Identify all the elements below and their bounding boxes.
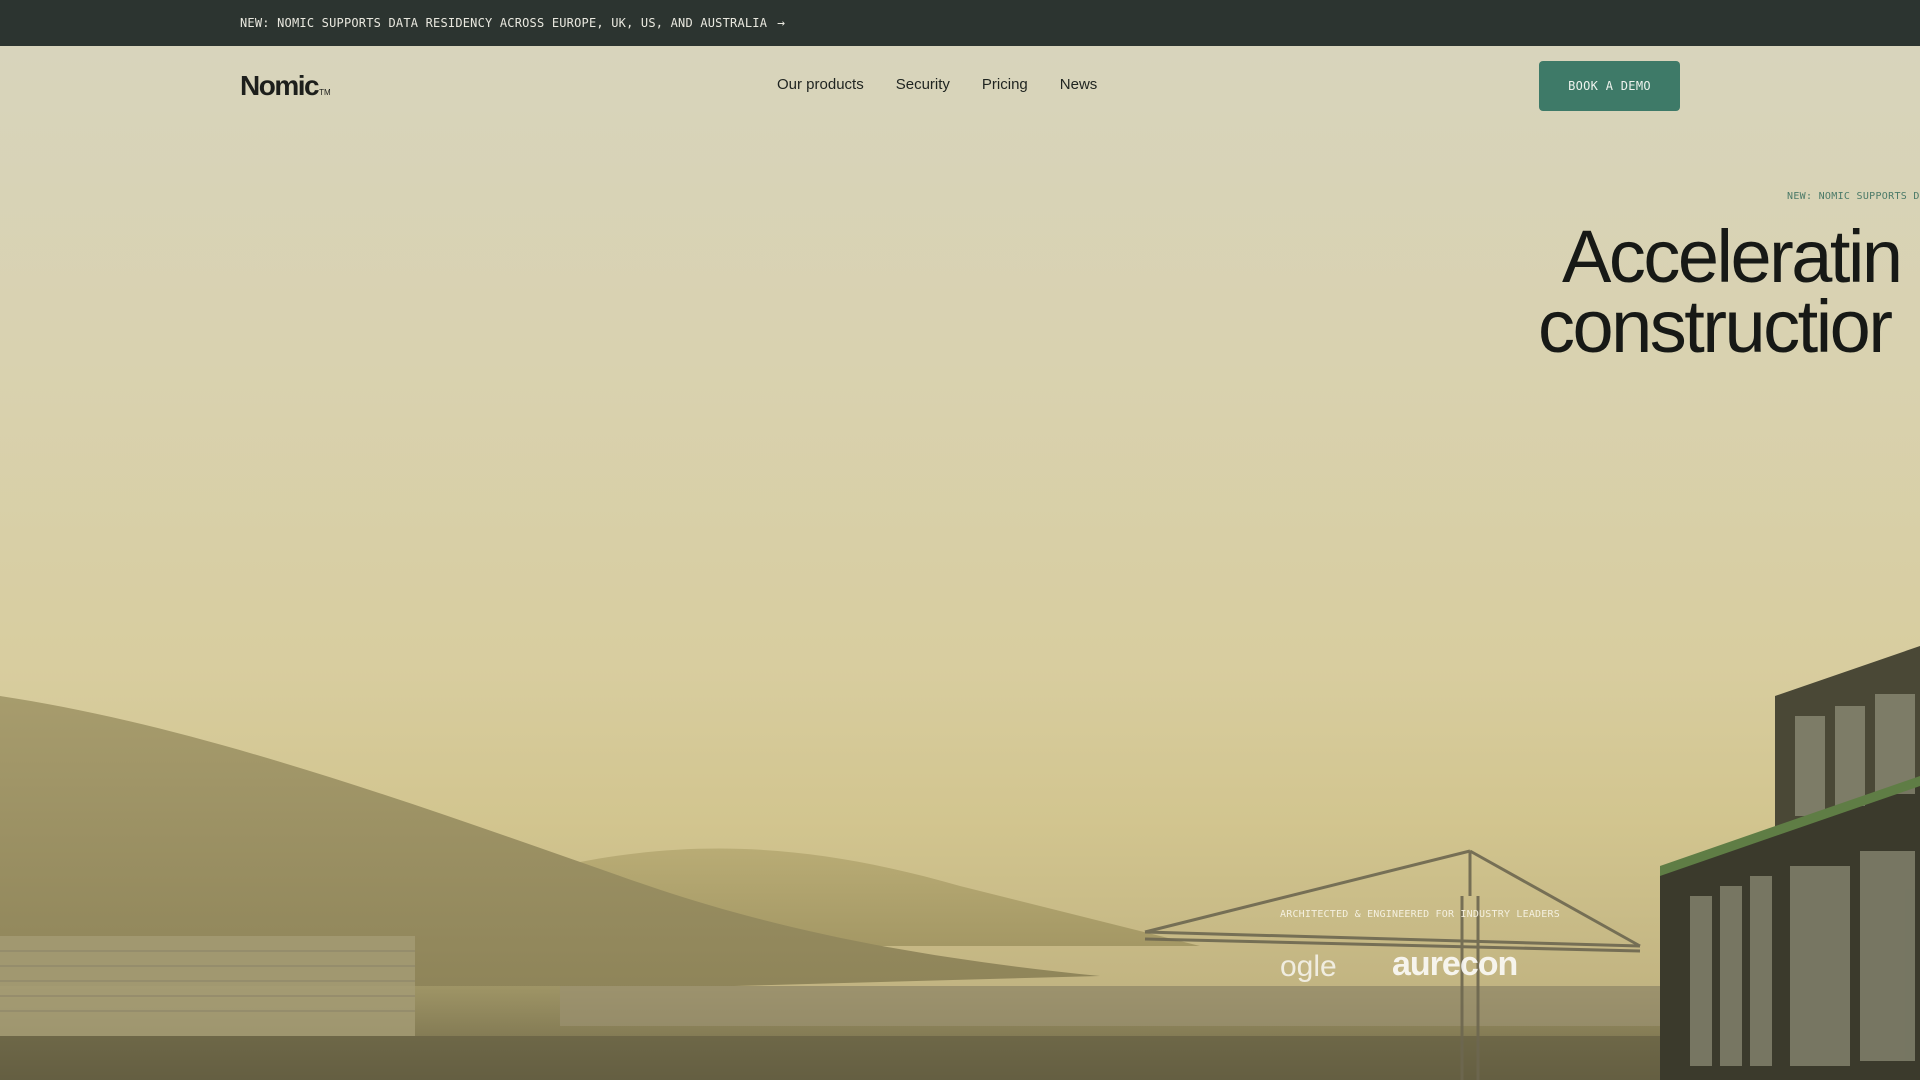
headline-line-1: Acceleratin: [1562, 215, 1903, 298]
book-demo-button[interactable]: BOOK A DEMO: [1539, 61, 1680, 111]
arrow-right-icon: →: [777, 15, 786, 31]
site-header: NomicTM Our products Security Pricing Ne…: [0, 46, 1920, 126]
nav-our-products[interactable]: Our products: [777, 76, 864, 93]
hero-announcement-tag[interactable]: NEW: NOMIC SUPPORTS DAT: [1787, 191, 1920, 202]
nav-news[interactable]: News: [1060, 76, 1098, 93]
headline-line-2: constructior: [1538, 285, 1893, 368]
announcement-text: NEW: NOMIC SUPPORTS DATA RESIDENCY ACROS…: [240, 16, 768, 30]
client-logo-aurecon: aurecon: [1392, 945, 1518, 983]
announcement-link[interactable]: NEW: NOMIC SUPPORTS DATA RESIDENCY ACROS…: [240, 16, 785, 31]
nav-security[interactable]: Security: [896, 76, 950, 93]
nav-pricing[interactable]: Pricing: [982, 76, 1028, 93]
logo-text: Nomic: [240, 70, 320, 101]
main-nav: Our products Security Pricing News: [777, 76, 1097, 93]
hero-section: [0, 46, 1920, 1080]
nomic-logo[interactable]: NomicTM: [240, 70, 331, 102]
trademark-mark: TM: [319, 88, 331, 97]
hero-background-image: [0, 646, 1920, 1080]
hero-headline: Acceleratin constructior: [1538, 215, 1903, 368]
industry-leaders-label: ARCHITECTED & ENGINEERED FOR INDUSTRY LE…: [1280, 909, 1560, 920]
announcement-bar[interactable]: NEW: NOMIC SUPPORTS DATA RESIDENCY ACROS…: [0, 0, 1920, 46]
client-logo-google: ogle: [1280, 950, 1337, 983]
